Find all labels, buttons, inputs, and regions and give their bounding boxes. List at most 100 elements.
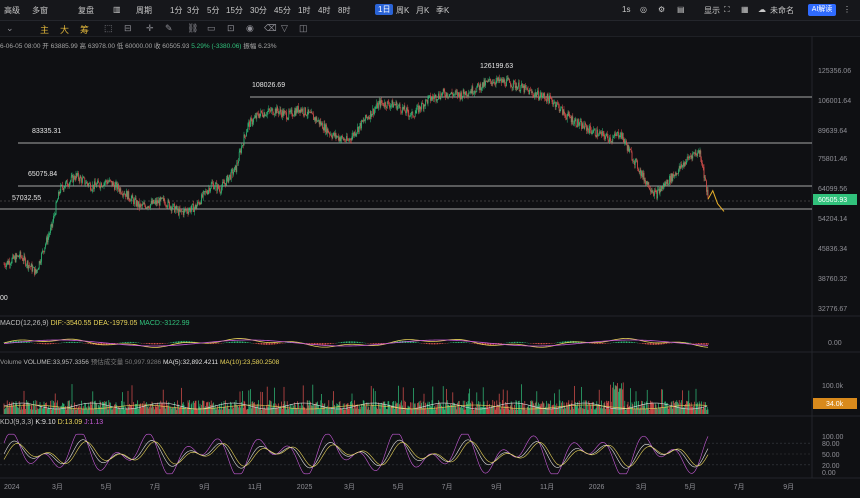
volume-bar [566, 405, 568, 414]
kdj-axis-label: 80.00 [822, 441, 840, 448]
volume-bar [259, 406, 261, 414]
volume-bar [597, 404, 598, 414]
volume-bar [84, 402, 86, 414]
macd-histogram-bar [429, 343, 431, 345]
candle-body [706, 189, 708, 192]
volume-bar [24, 403, 26, 414]
x-axis-tick: 9月 [491, 483, 502, 491]
candle-body [171, 208, 173, 211]
volume-bar [473, 409, 474, 414]
volume-bar [694, 401, 695, 414]
volume-bar [224, 406, 226, 414]
candle-body [697, 152, 698, 156]
volume-bar [434, 406, 435, 414]
volume-bar [550, 408, 552, 414]
volume-bar [210, 404, 211, 414]
macd-histogram-bar [262, 343, 264, 345]
volume-bar [192, 409, 194, 414]
candle-body [466, 91, 467, 96]
candle-body [412, 111, 414, 117]
candle-body [358, 126, 359, 133]
volume-bar [306, 400, 308, 414]
candle-body [413, 116, 414, 118]
volume-bar [83, 408, 85, 414]
volume-bar [57, 400, 58, 414]
volume-bar [291, 404, 293, 414]
volume-bar [5, 408, 6, 414]
macd-histogram-bar [341, 342, 343, 343]
candle-body [494, 83, 496, 85]
macd-histogram-bar [325, 343, 327, 345]
candle-body [311, 111, 313, 114]
volume-bar [645, 408, 646, 414]
macd-histogram-bar [521, 342, 523, 343]
volume-bar [278, 407, 280, 414]
volume-bar [692, 406, 694, 414]
volume-bar [313, 404, 314, 414]
candle-body [490, 81, 492, 84]
candle-body [100, 183, 102, 188]
macd-histogram-bar [513, 341, 515, 343]
candle-body [22, 257, 23, 261]
macd-histogram-bar [441, 343, 443, 344]
candle-body [103, 183, 105, 187]
macd-histogram-bar [544, 343, 546, 345]
volume-bar [397, 403, 398, 414]
macd-histogram-bar [437, 343, 439, 345]
volume-bar [19, 403, 21, 414]
volume-bar [362, 406, 363, 414]
volume-bar [87, 406, 89, 414]
volume-bar [568, 400, 570, 414]
volume-bar [673, 400, 674, 414]
candle-body [689, 156, 690, 159]
candle-body [88, 183, 90, 186]
macd-histogram-bar [701, 343, 703, 345]
candle-body [274, 108, 276, 114]
candle-body [3, 264, 5, 265]
volume-bar [594, 409, 596, 414]
candle-body [577, 119, 578, 127]
volume-bar [675, 402, 677, 414]
macd-histogram-bar [630, 341, 632, 343]
candle-body [694, 152, 696, 154]
volume-bar [682, 406, 684, 414]
candle-body [129, 198, 130, 201]
volume-bar [194, 400, 196, 414]
volume-bar [658, 403, 659, 414]
volume-bar [174, 402, 175, 414]
macd-histogram-bar [707, 343, 709, 345]
candle-body [702, 163, 703, 167]
candle-body [176, 206, 178, 211]
volume-bar [366, 409, 368, 414]
candle-body [13, 255, 14, 259]
chart-canvas[interactable]: 125356.06106001.6489639.6475801.4664099.… [0, 0, 860, 498]
candle-body [567, 112, 569, 116]
candle-body [354, 131, 356, 136]
candle-body [85, 183, 86, 185]
volume-bar [252, 401, 254, 414]
candle-body [294, 110, 295, 116]
x-axis-tick: 2026 [589, 484, 605, 491]
volume-bar [299, 405, 301, 414]
volume-bar [681, 400, 682, 414]
candle-body [530, 90, 532, 93]
candle-body [38, 268, 39, 270]
volume-bar [392, 401, 394, 414]
volume-bar [329, 408, 330, 414]
candle-body [499, 79, 501, 82]
volume-bar [201, 404, 202, 414]
candle-body [172, 204, 174, 209]
candle-body [70, 176, 72, 181]
candle-body [264, 112, 266, 117]
candle-body [561, 106, 562, 108]
volume-bar [325, 409, 326, 414]
candle-body [355, 133, 357, 136]
volume-bar [444, 409, 446, 414]
macd-histogram-bar [46, 343, 48, 345]
candle-body [510, 82, 511, 87]
volume-bar [668, 408, 670, 414]
volume-bar [124, 409, 126, 414]
volume-bar [218, 409, 219, 414]
candle-body [269, 108, 270, 111]
volume-bar [182, 402, 184, 414]
